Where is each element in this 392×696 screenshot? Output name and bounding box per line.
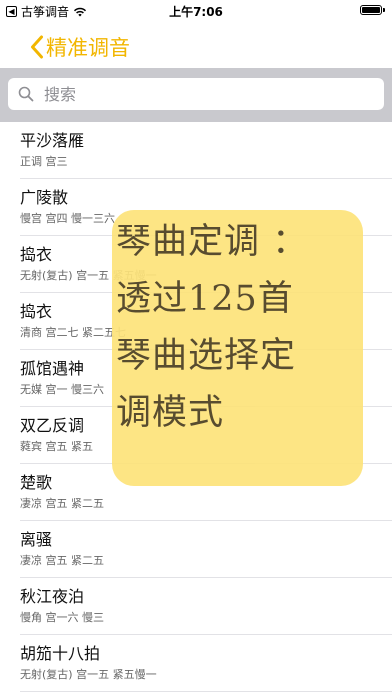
search-icon xyxy=(18,86,34,102)
song-title: 离骚 xyxy=(20,530,53,549)
chevron-left-icon xyxy=(31,35,43,59)
promo-card: 琴曲定调 ： 透过125首 琴曲选择定 调模式 xyxy=(112,210,363,486)
navigation-bar: 精准调音 xyxy=(0,20,392,68)
song-title: 平沙落雁 xyxy=(20,131,85,150)
back-button[interactable]: 精准调音 xyxy=(30,32,130,62)
back-button-label: 精准调音 xyxy=(46,36,130,60)
promo-line: 琴曲定调 ： xyxy=(116,222,309,262)
status-time: 上午7:06 xyxy=(169,5,223,19)
promo-line: 调模式 xyxy=(116,393,225,433)
list-item[interactable]: 胡笳十八拍 无射(复古) 宫一五 紧五慢一 xyxy=(20,635,392,692)
battery-icon xyxy=(360,5,385,15)
promo-line: 琴曲选择定 xyxy=(116,336,297,376)
search-input[interactable] xyxy=(42,83,376,105)
list-item[interactable]: 离骚 凄凉 宫五 紧二五 xyxy=(20,521,392,578)
song-tuning: 正调 宫三 xyxy=(20,155,68,168)
list-item[interactable]: 平沙落雁 正调 宫三 xyxy=(20,122,392,179)
list-item[interactable]: 秋江夜泊 慢角 宫一六 慢三 xyxy=(20,578,392,635)
song-tuning: 慢角 宫一六 慢三 xyxy=(20,611,104,624)
song-title: 胡笳十八拍 xyxy=(20,644,101,663)
search-bar[interactable] xyxy=(8,78,384,110)
song-title: 秋江夜泊 xyxy=(20,587,85,606)
song-tuning: 凄凉 宫五 紧二五 xyxy=(20,554,104,567)
promo-line: 透过125首 xyxy=(116,279,294,319)
song-tuning: 无射(复古) 宫一五 紧五慢一 xyxy=(20,668,157,681)
search-bar-container xyxy=(0,68,392,122)
song-tuning: 凄凉 宫五 紧二五 xyxy=(20,497,104,510)
status-bar: ◀ 古筝调音 上午7:06 xyxy=(0,0,392,20)
song-title: 广陵散 xyxy=(20,188,69,207)
